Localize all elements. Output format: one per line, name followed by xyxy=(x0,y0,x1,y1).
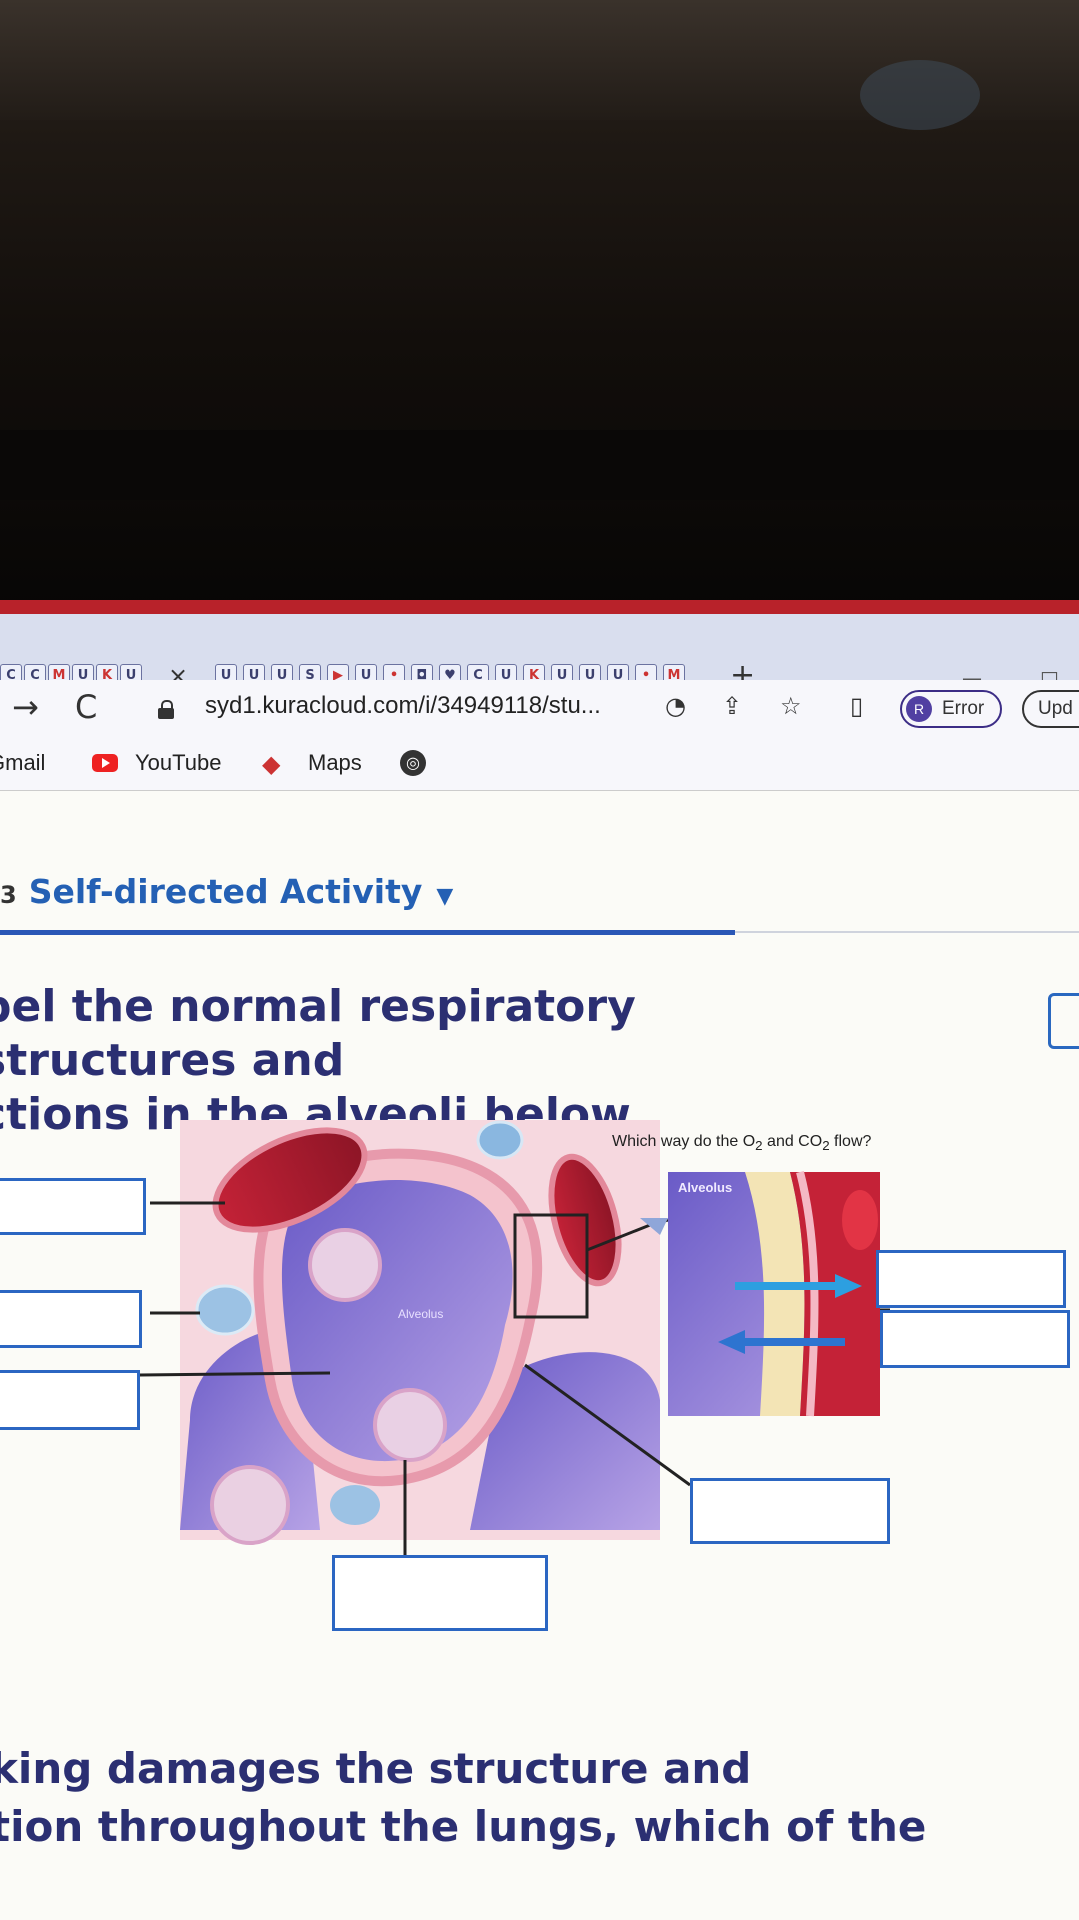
answer-box[interactable] xyxy=(0,1370,140,1430)
next-question-line: tion throughout the lungs, which of the xyxy=(0,1802,927,1851)
type2-cell xyxy=(308,1228,382,1302)
answer-box[interactable] xyxy=(0,1290,142,1348)
answer-box[interactable] xyxy=(0,1178,146,1235)
alveoli-diagram: Alveolus Alveolus xyxy=(139,1120,890,1557)
macrophage-cell xyxy=(195,1284,255,1336)
flow-question-part: and CO xyxy=(762,1133,823,1150)
macrophage-cell xyxy=(330,1485,380,1525)
type2-cell xyxy=(373,1388,447,1462)
inset-rbc xyxy=(842,1190,878,1250)
answer-box[interactable] xyxy=(880,1310,1070,1368)
flow-question-part: flow? xyxy=(829,1133,872,1150)
white-blood-cell xyxy=(476,1120,524,1160)
next-question-text: king damages the structure and tion thro… xyxy=(0,1740,926,1856)
leader-line xyxy=(139,1371,331,1377)
alveolus-label: Alveolus xyxy=(398,1307,443,1321)
flow-question: Which way do the O2 and CO2 flow? xyxy=(612,1133,871,1153)
subscript: 2 xyxy=(755,1138,763,1154)
answer-box[interactable] xyxy=(332,1555,548,1631)
type2-cell xyxy=(210,1465,290,1545)
answer-box[interactable] xyxy=(690,1478,890,1544)
inset-label: Alveolus xyxy=(678,1180,732,1195)
subscript: 2 xyxy=(822,1138,830,1154)
next-question-line: king damages the structure and xyxy=(0,1744,752,1793)
answer-box[interactable] xyxy=(876,1250,1066,1308)
flow-question-part: Which way do the O xyxy=(612,1133,756,1150)
